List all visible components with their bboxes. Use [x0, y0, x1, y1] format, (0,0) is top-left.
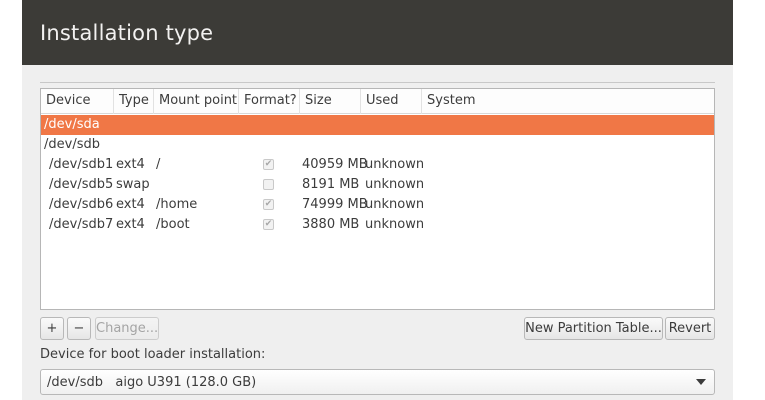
- cell-used: unknown: [365, 177, 425, 192]
- page-title: Installation type: [40, 21, 214, 45]
- column-header-used[interactable]: Used: [361, 89, 422, 114]
- cell-size: 3880 MB: [302, 217, 360, 232]
- desktop-right-edge: [733, 0, 765, 400]
- cell-used: unknown: [365, 217, 425, 232]
- remove-partition-button[interactable]: −: [67, 317, 91, 340]
- column-header-mount-point[interactable]: Mount point: [154, 89, 239, 114]
- add-partition-button[interactable]: +: [40, 317, 64, 340]
- cell-device: /dev/sdb6: [49, 197, 114, 212]
- cell-mount-point: /home: [156, 197, 198, 212]
- bootloader-device-value: /dev/sdb aigo U391 (128.0 GB): [47, 375, 257, 390]
- cell-type: ext4: [116, 157, 145, 172]
- column-header-system[interactable]: System: [422, 89, 714, 114]
- cell-used: unknown: [365, 157, 425, 172]
- format-checkbox[interactable]: ✔: [263, 219, 274, 230]
- format-checkbox[interactable]: ✔: [263, 199, 274, 210]
- cell-device: /dev/sda: [44, 117, 100, 132]
- table-row[interactable]: /dev/sdb6 ext4 /home ✔ 74999 MB unknown: [41, 195, 714, 215]
- table-row[interactable]: /dev/sda: [41, 115, 714, 135]
- bootloader-label: Device for boot loader installation:: [40, 347, 266, 362]
- cell-size: 40959 MB: [302, 157, 368, 172]
- column-header-size[interactable]: Size: [300, 89, 361, 114]
- format-checkbox[interactable]: [263, 179, 274, 190]
- cell-used: unknown: [365, 197, 425, 212]
- cell-mount-point: /boot: [156, 217, 190, 232]
- cell-size: 8191 MB: [302, 177, 360, 192]
- partition-table[interactable]: Device Type Mount point Format? Size Use…: [40, 88, 715, 310]
- column-header-device[interactable]: Device: [41, 89, 114, 114]
- change-partition-button[interactable]: Change...: [95, 317, 159, 340]
- cell-mount-point: /: [156, 157, 161, 172]
- bootloader-device-select[interactable]: /dev/sdb aigo U391 (128.0 GB): [40, 369, 715, 395]
- new-partition-table-button[interactable]: New Partition Table...: [524, 317, 663, 340]
- cell-device: /dev/sdb: [44, 137, 100, 152]
- revert-button[interactable]: Revert: [665, 317, 715, 340]
- cell-device: /dev/sdb1: [49, 157, 114, 172]
- table-row[interactable]: /dev/sdb7 ext4 /boot ✔ 3880 MB unknown: [41, 215, 714, 235]
- cell-type: swap: [116, 177, 150, 192]
- column-header-type[interactable]: Type: [114, 89, 154, 114]
- cell-type: ext4: [116, 217, 145, 232]
- table-row[interactable]: /dev/sdb1 ext4 / ✔ 40959 MB unknown: [41, 155, 714, 175]
- desktop-left-edge: [0, 0, 22, 400]
- cell-device: /dev/sdb5: [49, 177, 114, 192]
- installer-window: Installation type Device Type Mount poin…: [22, 0, 733, 400]
- cell-type: ext4: [116, 197, 145, 212]
- separator: [40, 82, 715, 83]
- cell-size: 74999 MB: [302, 197, 368, 212]
- chevron-down-icon: [696, 379, 706, 385]
- table-row[interactable]: /dev/sdb: [41, 135, 714, 155]
- cell-device: /dev/sdb7: [49, 217, 114, 232]
- table-row[interactable]: /dev/sdb5 swap 8191 MB unknown: [41, 175, 714, 195]
- format-checkbox[interactable]: ✔: [263, 159, 274, 170]
- table-header: Device Type Mount point Format? Size Use…: [41, 89, 714, 114]
- column-header-format[interactable]: Format?: [239, 89, 300, 114]
- title-bar: Installation type: [22, 0, 733, 65]
